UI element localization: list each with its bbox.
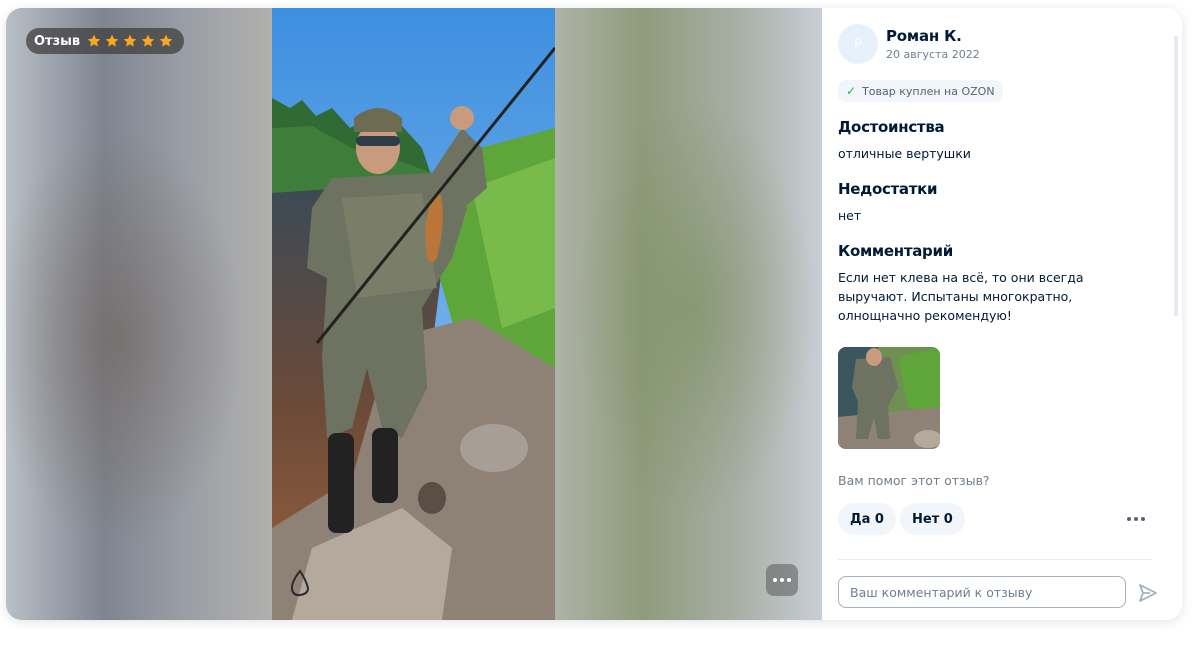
more-horizontal-icon xyxy=(773,578,777,582)
review-photo-thumbnail[interactable] xyxy=(838,347,940,449)
vote-yes-button[interactable]: Да 0 xyxy=(838,503,896,535)
media-more-button[interactable] xyxy=(766,564,798,596)
scrollbar[interactable] xyxy=(1174,36,1178,316)
rating-label: Отзыв xyxy=(34,33,81,49)
avatar: Р xyxy=(838,24,878,64)
rating-stars xyxy=(86,33,174,49)
purchase-badge: ✓ Товар куплен на OZON xyxy=(838,80,1003,102)
send-icon xyxy=(1139,584,1157,602)
review-more-button[interactable] xyxy=(1124,510,1148,528)
star-icon xyxy=(123,34,137,47)
review-photo[interactable] xyxy=(272,8,555,620)
send-button[interactable] xyxy=(1133,578,1163,608)
media-viewer: Отзыв xyxy=(6,8,822,620)
review-date: 20 августа 2022 xyxy=(886,48,980,61)
comment-text: Если нет клева на всё, то они всегда выр… xyxy=(838,270,1084,323)
star-icon xyxy=(87,34,101,47)
purchase-badge-label: Товар куплен на OZON xyxy=(862,84,995,98)
pros-title: Достоинства xyxy=(838,118,945,136)
cons-title: Недостатки xyxy=(838,180,938,198)
rating-badge: Отзыв xyxy=(26,28,185,54)
more-horizontal-icon xyxy=(1127,517,1131,521)
review-panel: Р Роман К. 20 августа 2022 ✓ Товар купле… xyxy=(822,8,1182,620)
author-name: Роман К. xyxy=(886,27,962,45)
review-modal: Отзыв Р Роман К. 20 августа 2022 ✓ Товар… xyxy=(6,8,1182,620)
review-author: Р Роман К. 20 августа 2022 xyxy=(838,24,980,64)
comment-title: Комментарий xyxy=(838,242,953,260)
watermark-logo-icon xyxy=(288,568,312,598)
check-icon: ✓ xyxy=(846,84,857,98)
vote-no-button[interactable]: Нет 0 xyxy=(900,503,965,535)
star-icon xyxy=(159,34,173,47)
reply-comment-input[interactable] xyxy=(838,576,1126,608)
pros-text: отличные вертушки xyxy=(838,146,971,161)
star-icon xyxy=(141,34,155,47)
cons-text: нет xyxy=(838,208,862,223)
star-icon xyxy=(105,34,119,47)
divider xyxy=(838,559,1152,560)
helpful-question: Вам помог этот отзыв? xyxy=(838,473,990,488)
